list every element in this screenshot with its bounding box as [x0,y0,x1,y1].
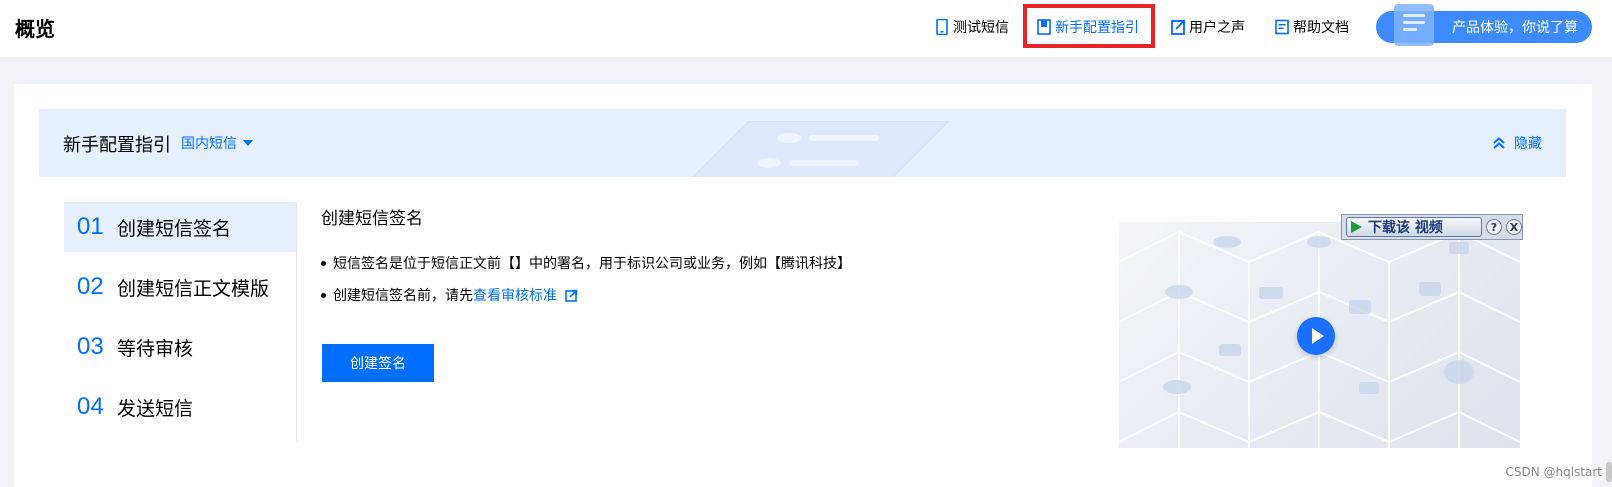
play-triangle-icon [1351,221,1362,233]
highlight-box [1023,4,1155,48]
document-icon [1275,19,1289,35]
external-link-icon [1171,20,1185,35]
hide-button[interactable]: 隐藏 [1492,133,1542,153]
external-link-icon[interactable] [565,289,578,302]
region-label: 国内短信 [181,136,237,152]
create-signature-button[interactable]: 创建签名 [322,344,434,382]
download-video-bar: 下载该 视频 ? X [1341,214,1523,240]
review-standard-link[interactable]: 查看审核标准 [473,285,557,305]
help-docs-label: 帮助文档 [1293,20,1349,36]
content-title: 创建短信签名 [321,209,423,229]
step-label: 创建短信签名 [117,217,232,240]
help-docs-link[interactable]: 帮助文档 [1275,16,1349,38]
step-item-1[interactable]: 01 创建短信签名 [64,202,296,252]
watermark: CSDN @hqlstart [1505,465,1602,479]
test-sms-label: 测试短信 [953,20,1009,36]
step-label: 创建短信正文模版 [117,277,270,300]
steps-list: 01 创建短信签名 02 创建短信正文模版 03 等待审核 04 发送短信 [64,202,297,442]
download-video-button[interactable]: 下载该 视频 [1346,217,1482,237]
video-player[interactable] [1119,222,1520,448]
region-dropdown[interactable]: 国内短信 [181,133,253,153]
caret-down-icon [243,140,253,146]
feedback-button[interactable]: 产品体验，你说了算 [1376,4,1592,46]
user-voice-label: 用户之声 [1189,20,1245,36]
hide-label: 隐藏 [1514,136,1542,152]
chevron-double-up-icon [1493,137,1505,149]
phone-icon [936,19,948,35]
close-icon[interactable]: X [1506,219,1522,235]
decorative-shape [692,121,949,177]
bullet-item: 短信签名是位于短信正文前【】中的署名，用于标识公司或业务，例如【腾讯科技】 [321,253,851,273]
help-icon[interactable]: ? [1486,219,1502,235]
step-number: 03 [77,333,104,360]
bullet-item: 创建短信签名前，请先 查看审核标准 [321,285,578,305]
step-item-4[interactable]: 04 发送短信 [64,382,296,432]
step-label: 等待审核 [117,337,194,360]
bullet-text: 创建短信签名前，请先 [333,288,473,304]
step-number: 02 [77,273,104,300]
download-label: 下载该 视频 [1368,220,1443,236]
step-label: 发送短信 [117,397,194,420]
bullet-dot [321,260,326,266]
step-number: 04 [77,393,104,420]
bullet-text: 短信签名是位于短信正文前【】中的署名，用于标识公司或业务，例如【腾讯科技】 [333,256,851,272]
step-number: 01 [77,213,104,240]
guide-header: 新手配置指引 国内短信 隐藏 [39,109,1566,177]
guide-title: 新手配置指引 [63,135,171,156]
feedback-document-icon [1394,4,1434,46]
user-voice-link[interactable]: 用户之声 [1171,16,1245,38]
play-icon[interactable] [1297,317,1335,355]
step-item-2[interactable]: 02 创建短信正文模版 [64,262,296,312]
scroll-indicator [1606,462,1612,482]
page-title: 概览 [15,17,55,41]
top-bar: 概览 测试短信 新手配置指引 用户之声 帮助文档 产品体验，你说了算 [0,0,1612,57]
feedback-label: 产品体验，你说了算 [1452,20,1578,36]
test-sms-link[interactable]: 测试短信 [935,16,1009,38]
step-item-3[interactable]: 03 等待审核 [64,322,296,372]
bullet-dot [321,292,326,298]
